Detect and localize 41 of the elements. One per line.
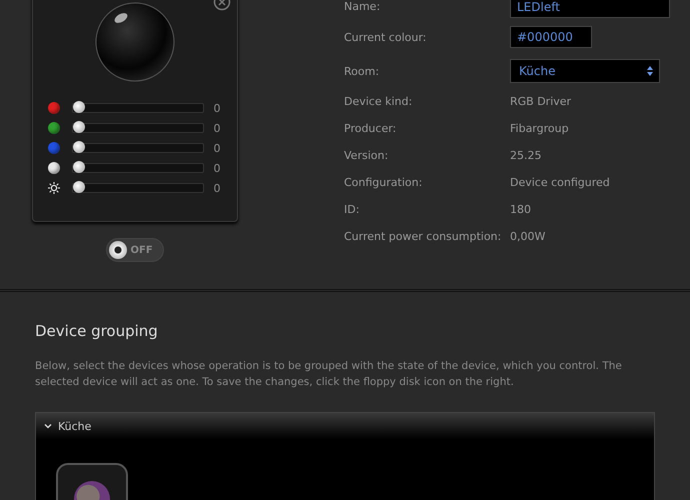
channel-value: 0 (214, 122, 220, 134)
property-value: 25.25 (510, 149, 542, 162)
channel-value: 0 (214, 182, 220, 194)
up-down-arrows-icon (647, 66, 653, 76)
lamp-orb-icon (94, 2, 174, 82)
property-label: ID: (344, 203, 360, 216)
property-label: Name: (344, 0, 382, 13)
slider-thumb[interactable] (72, 161, 84, 173)
colour-field[interactable]: #000000 (510, 26, 592, 48)
name-field[interactable]: LEDleft (510, 0, 670, 18)
chevron-icon (44, 422, 52, 430)
property-label: Room: (344, 64, 380, 78)
channel-value: 0 (214, 162, 220, 174)
slider-track[interactable] (72, 163, 204, 173)
property-label: Producer: (344, 122, 398, 135)
property-label: Configuration: (344, 176, 424, 189)
slider-track[interactable] (72, 143, 204, 153)
slider-track[interactable] (72, 183, 204, 193)
slider-thumb[interactable] (72, 101, 84, 113)
slider-thumb[interactable] (72, 141, 84, 153)
section-title: Device grouping (35, 322, 159, 340)
property-label: Version: (344, 149, 390, 162)
slider-thumb[interactable] (72, 181, 84, 193)
brightness-icon (48, 182, 60, 194)
property-value: RGB Driver (510, 95, 572, 108)
property-label: Device kind: (344, 95, 414, 108)
property-label: Current power consumption: (344, 230, 502, 243)
property-value: Fibargroup (510, 122, 569, 135)
slider-track[interactable] (72, 123, 204, 133)
slider-thumb[interactable] (72, 121, 84, 133)
power-switch[interactable]: OFF (106, 238, 164, 262)
room-select[interactable]: Küche (510, 59, 660, 83)
property-value: 0,00W (510, 230, 546, 243)
property-value: 180 (510, 203, 531, 216)
property-label: Current colour: (344, 30, 428, 44)
slider-track[interactable] (72, 103, 204, 113)
property-value: Device configured (510, 176, 610, 189)
group-header[interactable]: Küche (36, 413, 654, 439)
channel-value: 0 (214, 142, 220, 154)
description-text: Below, select the devices whose operation is to be grouped with the state of the device, which you control. The selected device will act as one. To save the changes, click the floppy disk icon on the right. (35, 359, 623, 390)
channel-value: 0 (214, 102, 220, 114)
